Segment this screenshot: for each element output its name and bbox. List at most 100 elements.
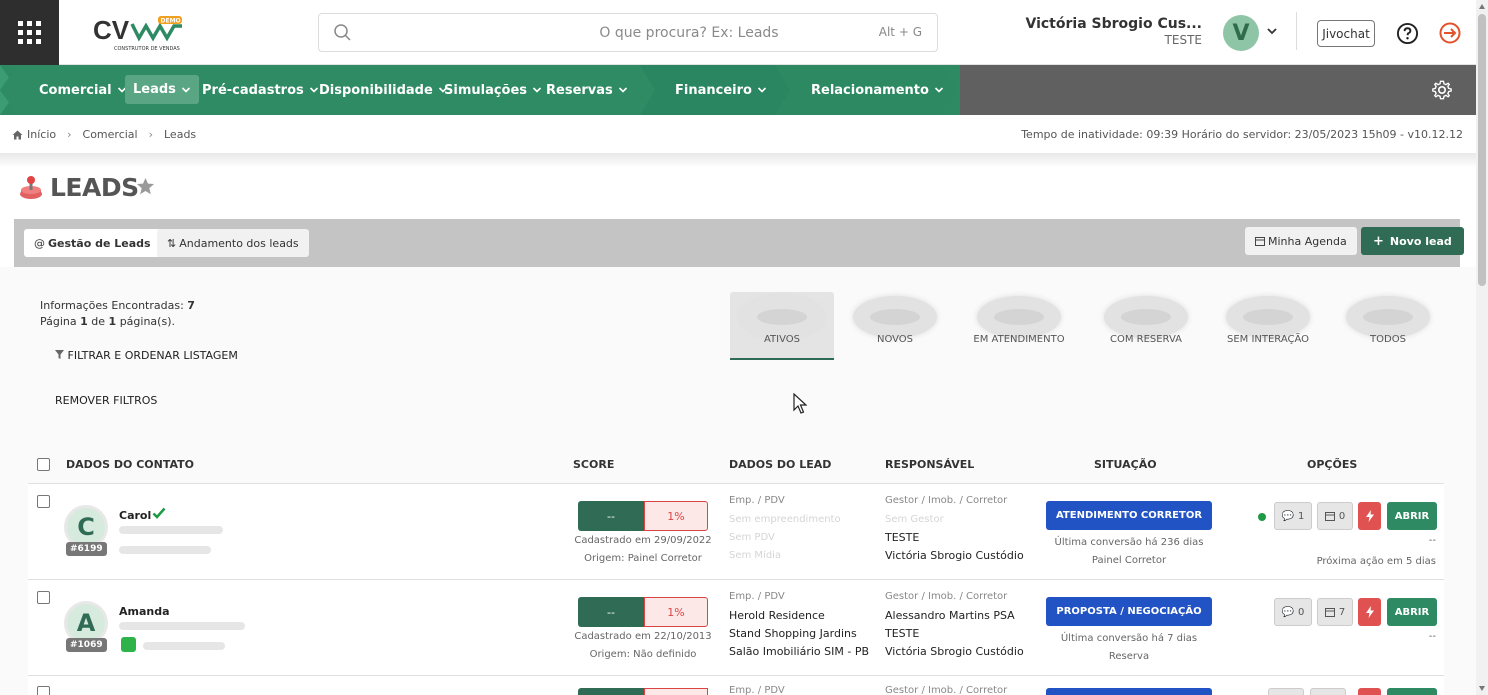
jivochat-button[interactable]: Jivochat	[1317, 20, 1375, 47]
col-dados-lead[interactable]: DADOS DO LEAD	[729, 458, 831, 471]
col-situacao[interactable]: SITUAÇÃO	[1094, 458, 1157, 471]
nav-item-label: Relacionamento	[811, 82, 929, 98]
apps-menu-button[interactable]	[0, 0, 59, 65]
minha-agenda-button[interactable]: Minha Agenda	[1245, 227, 1357, 255]
scroll-down-arrow-icon[interactable]	[1478, 684, 1486, 692]
open-lead-button[interactable]: ABRIR	[1387, 502, 1437, 530]
segment-count-blur	[977, 296, 1061, 338]
registered-date: Cadastrado em 22/10/2013	[574, 631, 712, 642]
remove-filters-link[interactable]: REMOVER FILTROS	[55, 394, 157, 407]
chevron-right-icon: ›	[148, 128, 153, 141]
col-dados-contato[interactable]: DADOS DO CONTATO	[66, 458, 194, 471]
verified-check-icon	[152, 507, 166, 519]
gear-icon[interactable]	[1431, 79, 1453, 101]
star-icon[interactable]	[136, 177, 155, 196]
messages-button[interactable]: 💬 0	[1274, 598, 1312, 626]
segment-label: TODOS	[1370, 334, 1406, 345]
page-scrollbar[interactable]	[1476, 0, 1488, 695]
filter-order-link[interactable]: FILTRAR E ORDENAR LISTAGEM	[55, 349, 238, 362]
segment-em-atendimento[interactable]: EM ATENDIMENTO	[967, 292, 1071, 360]
col-score[interactable]: SCORE	[573, 458, 614, 471]
search-input[interactable]	[379, 14, 859, 51]
segment-todos[interactable]: TODOS	[1336, 292, 1440, 360]
messages-count: 0	[1298, 606, 1305, 618]
breadcrumb-home[interactable]: Início	[27, 128, 56, 141]
responsible-broker: Victória Sbrogio Custódio	[885, 549, 1024, 562]
nav-item-pre-cadastros[interactable]: Pré-cadastros	[202, 65, 319, 115]
status-badge[interactable]: ATENDIMENTO CORRETOR	[1046, 501, 1212, 530]
filter-label: FILTRAR E ORDENAR LISTAGEM	[67, 349, 238, 362]
table-row[interactable]: A #1069 Amanda -- 1% Cadastrado em 22/10…	[28, 580, 1444, 676]
cv-logo[interactable]: CV DEMO CONSTRUTOR DE VENDAS	[92, 14, 187, 54]
nav-item-disponibilidade[interactable]: Disponibilidade	[319, 65, 448, 115]
segment-count-blur	[1226, 296, 1310, 338]
contact-name[interactable]: Carol	[119, 509, 151, 522]
messages-button[interactable]: 💬 1	[1274, 502, 1312, 530]
row-checkbox[interactable]	[37, 686, 50, 695]
global-search[interactable]: Alt + G	[318, 13, 938, 52]
contact-name[interactable]: Amanda	[119, 605, 170, 618]
nav-item-reservas[interactable]: Reservas	[546, 65, 628, 115]
tasks-button[interactable]: 0	[1317, 502, 1353, 530]
select-all-checkbox[interactable]	[37, 458, 50, 471]
top-header: CV DEMO CONSTRUTOR DE VENDAS Alt + G Vic…	[0, 0, 1476, 65]
whatsapp-icon[interactable]	[121, 637, 136, 652]
responsible-broker: Victória Sbrogio Custódio	[885, 645, 1024, 658]
lead-media: Sem Mídia	[729, 550, 782, 561]
segment-novos[interactable]: NOVOS	[843, 292, 947, 360]
user-avatar[interactable]: V	[1223, 15, 1259, 51]
tab-gestao-de-leads[interactable]: @ Gestão de Leads	[24, 229, 161, 257]
tab-andamento-dos-leads[interactable]: ⇅ Andamento dos leads	[157, 229, 309, 257]
lead-data-header: Emp. / PDV	[729, 591, 785, 602]
tasks-button[interactable]	[1310, 688, 1346, 695]
chevron-down-icon[interactable]	[1266, 25, 1278, 37]
at-icon: @	[34, 236, 45, 250]
segment-com-reserva[interactable]: COM RESERVA	[1094, 292, 1198, 360]
row-checkbox[interactable]	[37, 495, 50, 508]
nav-item-label: Simulações	[444, 82, 528, 98]
user-name[interactable]: Victória Sbrogio Cus...	[1026, 16, 1203, 32]
open-lead-button[interactable]	[1387, 688, 1437, 695]
segment-sem-interacao[interactable]: SEM INTERAÇÃO	[1216, 292, 1320, 360]
table-row[interactable]: Emp. / PDV Gestor / Imob. / Corretor	[28, 676, 1444, 695]
status-badge[interactable]	[1046, 688, 1212, 695]
segment-count-blur	[1346, 296, 1430, 338]
segment-ativos[interactable]: ATIVOS	[730, 292, 834, 360]
col-opcoes: OPÇÕES	[1307, 458, 1358, 471]
status-badge[interactable]: PROPOSTA / NEGOCIAÇÃO	[1046, 597, 1212, 626]
quick-action-button[interactable]	[1358, 688, 1381, 695]
novo-lead-button[interactable]: + Novo lead	[1361, 227, 1464, 255]
messages-button[interactable]	[1268, 688, 1304, 695]
lead-pdv: Sem PDV	[729, 532, 775, 543]
server-info: Tempo de inatividade: 09:39 Horário do s…	[1021, 128, 1463, 141]
breadcrumb-comercial[interactable]: Comercial	[83, 128, 138, 141]
header-shadow	[0, 153, 1476, 167]
nav-item-leads[interactable]: Leads	[125, 75, 199, 104]
chevron-down-icon	[181, 86, 190, 93]
scrollbar-thumb[interactable]	[1478, 14, 1486, 286]
main-nav: Comercial Leads Pré-cadastros Disponibil…	[0, 65, 1476, 115]
chevron-right-icon: ›	[67, 128, 72, 141]
open-lead-button[interactable]: ABRIR	[1387, 598, 1437, 626]
nav-item-financeiro[interactable]: Financeiro	[675, 65, 767, 115]
tasks-button[interactable]: 7	[1317, 598, 1353, 626]
quick-action-button[interactable]	[1358, 598, 1381, 626]
row-checkbox[interactable]	[37, 591, 50, 604]
chevron-down-icon	[618, 87, 627, 93]
scroll-up-arrow-icon[interactable]	[1478, 3, 1486, 11]
help-icon[interactable]	[1396, 22, 1419, 45]
logout-icon[interactable]	[1438, 21, 1462, 45]
lead-data-header: Emp. / PDV	[729, 685, 785, 695]
segment-label: SEM INTERAÇÃO	[1226, 334, 1310, 345]
status-source: Reserva	[1108, 651, 1150, 662]
nav-item-simulacoes[interactable]: Simulações	[444, 65, 542, 115]
nav-item-comercial[interactable]: Comercial	[39, 65, 127, 115]
col-responsavel[interactable]: RESPONSÁVEL	[885, 458, 974, 471]
table-row[interactable]: C #6199 Carol -- 1% Cadastrado em 29/09/…	[28, 484, 1444, 580]
nav-item-relacionamento[interactable]: Relacionamento	[811, 65, 944, 115]
registered-date: Cadastrado em 29/09/2022	[574, 535, 712, 546]
score-percent: 1%	[644, 501, 708, 531]
quick-action-button[interactable]	[1358, 502, 1381, 530]
last-conversion: Última conversão há 236 dias	[1054, 537, 1204, 548]
segment-label: NOVOS	[876, 334, 914, 345]
